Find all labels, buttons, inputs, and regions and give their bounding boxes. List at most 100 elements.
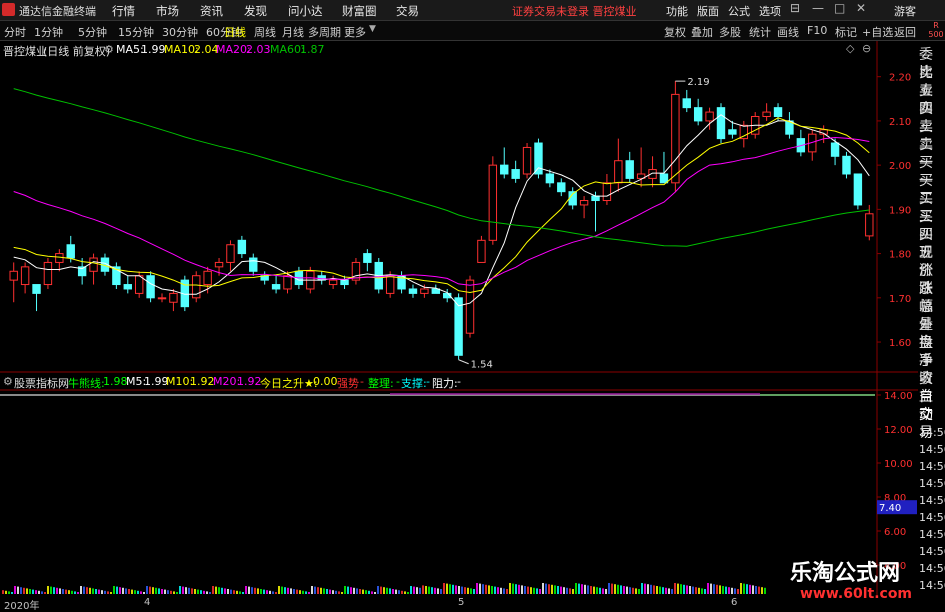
sub-hist-bar <box>212 586 214 594</box>
quote-side-panel: 委比 卖五 卖四 卖三 卖二 卖一 买一 买二 买三 买四 买五 现价 涨跌 涨幅 总量 外盘 换手 净资 收益 自动… <box>918 41 945 601</box>
sub-hist-bar <box>377 586 379 594</box>
sub-hist-bar <box>524 586 526 594</box>
side-item-22[interactable]: 14:56 <box>919 441 945 459</box>
sub-settings-icon[interactable]: ⚙ <box>3 375 13 388</box>
period-30min[interactable]: 30分钟 <box>162 24 198 40</box>
menu-faxian[interactable]: 发现 <box>244 3 267 19</box>
candle-body <box>203 270 212 286</box>
menu-shichang[interactable]: 市场 <box>156 3 179 19</box>
restore-icon[interactable]: ⊟ <box>790 1 800 15</box>
sub-hist-bar <box>548 584 550 594</box>
back-button[interactable]: 返回 <box>894 24 916 40</box>
duogu-button[interactable]: 多股 <box>719 24 741 40</box>
chart-subtitle: (日线 前复权) <box>43 45 111 58</box>
menu-gongneng[interactable]: 功能 <box>666 3 688 19</box>
menu-xuanxiang[interactable]: 选项 <box>759 3 781 19</box>
side-item-28[interactable]: 14:56 <box>919 543 945 561</box>
biaoji-button[interactable]: 标记 <box>835 24 857 40</box>
f10-button[interactable]: F10 <box>807 24 827 37</box>
side-item-25[interactable]: 14:56 <box>919 492 945 510</box>
sub-hist-bar <box>512 583 514 594</box>
sub-hist-bar <box>686 585 688 594</box>
sub-hist-bar <box>761 587 763 594</box>
candle-body <box>853 173 863 206</box>
sub-hist-bar <box>176 592 178 594</box>
sub-hist-bar <box>755 586 757 594</box>
period-fenshi[interactable]: 分时 <box>4 24 26 40</box>
sub-hist-bar <box>674 583 676 594</box>
side-item-26[interactable]: 14:56 <box>919 509 945 527</box>
candle-body <box>340 279 349 286</box>
kline-chart[interactable]: 2.20 2.10 2.00 1.90 1.80 1.70 1.60 14.00 12.00 1… <box>0 41 918 597</box>
sub-hist-bar <box>236 590 238 594</box>
sub-hist-bar <box>365 590 367 594</box>
sub-hist-bar <box>245 586 247 594</box>
bull-bear-label: 牛熊线: <box>68 377 105 390</box>
indicator-name[interactable]: 股票指标网 <box>14 375 69 391</box>
period-multi[interactable]: 多周期 <box>308 24 341 40</box>
period-15min[interactable]: 15分钟 <box>118 24 154 40</box>
sub-hist-bar <box>680 584 682 594</box>
zoom-out-icon[interactable]: ⊖ <box>862 42 871 55</box>
trade-login-notice[interactable]: 证券交易未登录 晋控煤业 <box>512 3 637 19</box>
huaxian-button[interactable]: 画线 <box>777 24 799 40</box>
menu-banmian[interactable]: 版面 <box>697 3 719 19</box>
side-item-29[interactable]: 14:56 <box>919 560 945 578</box>
candle-body <box>420 288 429 294</box>
sub-hist-bar <box>752 585 754 594</box>
sub-hist-bar <box>392 589 394 594</box>
maximize-icon[interactable]: □ <box>834 1 845 15</box>
add-watchlist-button[interactable]: +自选 <box>862 24 893 40</box>
menu-zixun[interactable]: 资讯 <box>200 3 223 19</box>
ma5-value: 1.99 <box>141 43 166 56</box>
strong-label: 强势 <box>337 377 359 390</box>
diamond-icon[interactable]: ◇ <box>846 42 854 55</box>
side-item-21[interactable]: 14:56 <box>919 424 945 442</box>
minimize-icon[interactable]: — <box>812 1 824 15</box>
guest-label[interactable]: 游客 <box>894 3 916 19</box>
sub-hist-bar <box>356 588 358 594</box>
menu-caifuquan[interactable]: 财富圈 <box>342 3 377 19</box>
stock-name[interactable]: 晋控煤业 <box>3 43 47 59</box>
sub-hist-bar <box>239 591 241 594</box>
period-5min[interactable]: 5分钟 <box>78 24 107 40</box>
period-more[interactable]: 更多 <box>344 24 366 40</box>
sub-hist-bar <box>416 587 418 594</box>
period-daily[interactable]: 日线 <box>224 24 246 40</box>
side-item-30[interactable]: 14:56 <box>919 577 945 595</box>
candle-body <box>762 111 771 117</box>
period-1min[interactable]: 1分钟 <box>34 24 63 40</box>
settings-icon[interactable]: ⚙ <box>104 43 114 56</box>
fuquan-button[interactable]: 复权 <box>664 24 686 40</box>
side-item-27[interactable]: 14:56 <box>919 526 945 544</box>
support-label: 支撑: <box>401 377 427 390</box>
tongji-button[interactable]: 统计 <box>749 24 771 40</box>
sub-hist-bar <box>371 591 373 594</box>
menu-gongshi[interactable]: 公式 <box>728 3 750 19</box>
sub-hist-bar <box>41 591 43 594</box>
menu-jiaoyi[interactable]: 交易 <box>396 3 419 19</box>
period-monthly[interactable]: 月线 <box>282 24 304 40</box>
more-dropdown-icon[interactable]: ▼ <box>369 24 376 34</box>
menu-wenxiaoda[interactable]: 问小达 <box>288 3 323 19</box>
menu-hangqing[interactable]: 行情 <box>112 3 135 19</box>
candle-body <box>625 160 634 179</box>
sub-hist-bar <box>140 591 142 594</box>
side-item-23[interactable]: 14:56 <box>919 458 945 476</box>
resist-label: 阻力: <box>432 377 458 390</box>
side-item-24[interactable]: 14:56 <box>919 475 945 493</box>
sub-hist-bar <box>494 586 496 594</box>
candle-body <box>614 160 623 184</box>
period-weekly[interactable]: 周线 <box>254 24 276 40</box>
sub-hist-bar <box>653 585 655 594</box>
diejia-button[interactable]: 叠加 <box>691 24 713 40</box>
candle-body <box>328 279 338 286</box>
sub-hist-bar <box>578 583 580 594</box>
sub-hist-bar <box>527 586 529 594</box>
sub-hist-bar <box>110 592 112 594</box>
sub-hist-bar <box>104 590 106 594</box>
sub-hist-bar <box>8 591 10 594</box>
candle-body <box>66 244 75 259</box>
sub-hist-bar <box>749 584 751 594</box>
close-icon[interactable]: ✕ <box>856 1 866 15</box>
